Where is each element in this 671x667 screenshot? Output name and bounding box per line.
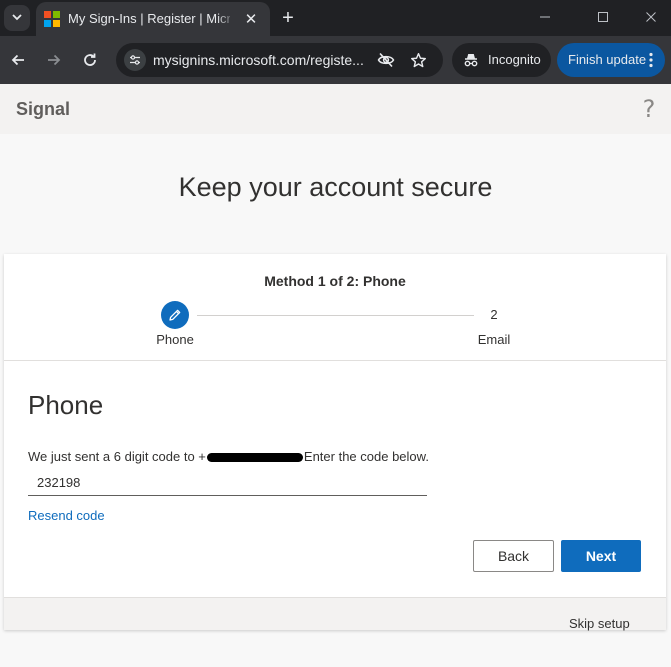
tab-strip: My Sign-Ins | Register | Microsoft ✕ + bbox=[0, 0, 671, 36]
step-1-label: Phone bbox=[156, 332, 194, 347]
tab-title-fade bbox=[216, 8, 236, 30]
close-window-button[interactable] bbox=[636, 5, 666, 29]
minimize-button[interactable] bbox=[530, 5, 560, 29]
forward-nav-button[interactable] bbox=[42, 48, 66, 72]
chevron-down-icon bbox=[11, 11, 23, 26]
eye-off-icon bbox=[377, 52, 395, 68]
plus-icon: + bbox=[282, 6, 294, 29]
browser-tab[interactable]: My Sign-Ins | Register | Microsoft ✕ bbox=[36, 2, 270, 36]
tracking-protection-button[interactable] bbox=[376, 50, 396, 70]
kebab-icon[interactable] bbox=[645, 51, 657, 69]
back-button[interactable]: Back bbox=[473, 540, 554, 572]
maximize-icon bbox=[598, 12, 608, 22]
instruction-suffix: Enter the code below. bbox=[303, 449, 429, 464]
finish-update-label: Finish update bbox=[568, 52, 647, 67]
tune-icon bbox=[130, 55, 140, 65]
resend-code-link[interactable]: Resend code bbox=[28, 508, 105, 523]
back-nav-button[interactable] bbox=[6, 48, 30, 72]
url-text: mysignins.microsoft.com/registe... bbox=[153, 52, 364, 68]
org-name: Signal bbox=[16, 99, 71, 119]
browser-toolbar: mysignins.microsoft.com/registe... Incog… bbox=[0, 36, 671, 84]
tab-title: My Sign-Ins | Register | Microsoft bbox=[68, 11, 230, 26]
step-2-label: Email bbox=[477, 332, 511, 347]
step-1-indicator bbox=[161, 301, 189, 329]
page-title: Keep your account secure bbox=[178, 172, 493, 202]
redacted-phone-number bbox=[206, 453, 303, 463]
section-title: Phone bbox=[28, 390, 104, 420]
maximize-button[interactable] bbox=[588, 5, 618, 29]
address-bar[interactable]: mysignins.microsoft.com/registe... bbox=[116, 43, 443, 77]
instruction-prefix: We just sent a 6 digit code to + bbox=[28, 449, 206, 464]
bookmark-button[interactable] bbox=[408, 50, 428, 70]
step-2-number: 2 bbox=[490, 307, 498, 322]
new-tab-button[interactable]: + bbox=[276, 6, 300, 30]
header-bar: Signal ? bbox=[0, 84, 671, 134]
page: Signal ? Keep your account secure Method… bbox=[0, 84, 671, 667]
tab-search-button[interactable] bbox=[4, 5, 30, 31]
reload-button[interactable] bbox=[78, 48, 102, 72]
next-button[interactable]: Next bbox=[561, 540, 641, 572]
site-info-button[interactable] bbox=[124, 49, 146, 71]
card-divider bbox=[4, 360, 666, 361]
card-footer: Skip setup bbox=[4, 597, 666, 631]
incognito-indicator[interactable]: Incognito bbox=[452, 43, 551, 77]
incognito-label: Incognito bbox=[488, 52, 541, 67]
pencil-icon bbox=[169, 309, 181, 321]
logo-square-blue bbox=[44, 20, 51, 27]
skip-setup-link[interactable]: Skip setup bbox=[569, 616, 630, 631]
incognito-icon bbox=[462, 51, 480, 69]
star-icon bbox=[410, 52, 426, 67]
arrow-right-icon bbox=[48, 54, 61, 66]
close-tab-button[interactable]: ✕ bbox=[241, 9, 261, 29]
stepper-line bbox=[197, 315, 474, 316]
logo-square-green bbox=[53, 11, 60, 18]
microsoft-logo-icon bbox=[44, 11, 60, 27]
arrow-left-icon bbox=[11, 54, 24, 66]
close-icon: ✕ bbox=[244, 11, 258, 28]
setup-card: Method 1 of 2: Phone Phone 2 Email Phone… bbox=[4, 254, 666, 631]
close-window-icon bbox=[646, 12, 656, 22]
help-icon[interactable]: ? bbox=[638, 95, 660, 123]
finish-update-button[interactable]: Finish update bbox=[557, 43, 665, 77]
minimize-icon bbox=[540, 16, 550, 18]
verification-code-input[interactable] bbox=[28, 470, 427, 496]
reload-icon bbox=[84, 53, 96, 66]
method-progress-label: Method 1 of 2: Phone bbox=[264, 273, 406, 289]
logo-square-red bbox=[44, 11, 51, 18]
instruction-text: We just sent a 6 digit code to + Enter th… bbox=[28, 449, 429, 464]
logo-square-yellow bbox=[53, 20, 60, 27]
